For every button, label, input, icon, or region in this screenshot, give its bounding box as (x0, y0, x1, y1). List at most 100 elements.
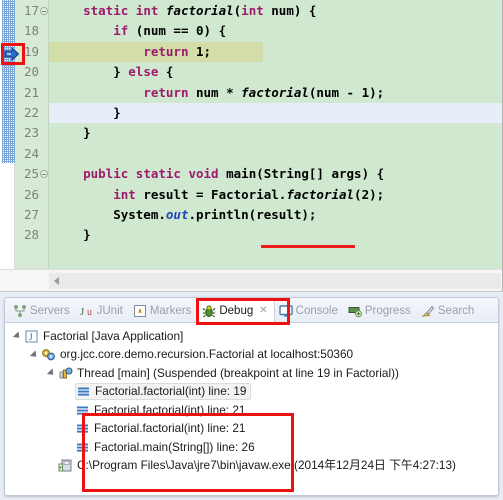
tab-progress[interactable]: Progress (344, 300, 417, 322)
code-line[interactable]: } (49, 225, 502, 245)
tab-label: Progress (364, 305, 411, 317)
tree-row[interactable]: Factorial.factorial(int) line: 21 (5, 401, 498, 420)
line-number: 22 (23, 104, 39, 120)
tree-row-selected[interactable]: Factorial.factorial(int) line: 19 (75, 383, 252, 401)
tree-row[interactable]: Factorial.factorial(int) line: 21 (5, 420, 498, 439)
tree-expand-twisty-icon[interactable] (12, 331, 23, 341)
tree-row-content[interactable]: J Factorial [Java Application] (24, 329, 183, 344)
tab-label: Console (295, 305, 338, 317)
progress-icon (348, 304, 362, 318)
tree-row-content[interactable]: Factorial.factorial(int) line: 21 (75, 421, 245, 436)
process-icon (58, 458, 73, 473)
svg-text:u: u (87, 307, 92, 318)
svg-text:J: J (29, 332, 33, 342)
view-tab-bar[interactable]: Servers Ju JUnit Markers Debug ✕ Console Progre… (5, 298, 498, 323)
tree-row-label: Factorial.factorial(int) line: 21 (94, 402, 246, 417)
tree-row-label: Factorial [Java Application] (43, 328, 184, 343)
tree-row-label: Factorial.factorial(int) line: 21 (94, 421, 246, 436)
thread-icon (58, 366, 73, 381)
code-line[interactable]: return num * factorial(num - 1); (49, 83, 502, 103)
debug-target-icon (41, 347, 56, 362)
tree-row-label: org.jcc.core.demo.recursion.Factorial at… (60, 347, 354, 362)
stack-frame-icon (75, 403, 90, 418)
tab-debug[interactable]: Debug ✕ (197, 298, 275, 322)
line-number: 21 (23, 84, 39, 100)
tab-label: Search (437, 305, 475, 317)
tab-label: Debug (219, 304, 254, 317)
code-line[interactable]: } else { (49, 62, 502, 82)
tree-row-label: Thread [main] (Suspended (breakpoint at … (77, 365, 399, 380)
line-number: 23 (23, 125, 39, 141)
tree-row[interactable]: Thread [main] (Suspended (breakpoint at … (5, 364, 498, 383)
line-number: 20 (23, 64, 39, 80)
line-number: 17 (15, 1, 48, 21)
stack-frame-icon (75, 421, 90, 436)
code-line[interactable]: public static void main(String[] args) { (49, 164, 502, 184)
tree-row[interactable]: C:\Program Files\Java\jre7\bin\javaw.exe… (5, 457, 498, 476)
editor-body: 17 18 19 20 21 22 23 24 25 26 27 28 static int fact… (0, 0, 502, 269)
line-number: 26 (23, 186, 39, 202)
code-line[interactable]: System.out.println(result); (49, 205, 502, 225)
scroll-left-arrow-icon[interactable] (54, 276, 59, 285)
tree-expand-twisty-icon[interactable] (46, 368, 57, 378)
scrollbar-track[interactable] (49, 272, 501, 289)
code-line[interactable]: } (49, 102, 502, 124)
search-icon (421, 304, 435, 318)
tree-row-content[interactable]: org.jcc.core.demo.recursion.Factorial at… (41, 347, 353, 362)
line-number: 27 (23, 206, 39, 222)
code-line[interactable]: } (49, 123, 502, 143)
code-line[interactable]: static int factorial(int num) { (49, 1, 502, 21)
debug-current-instruction-arrow-icon[interactable] (4, 46, 20, 62)
annotation-ruler-overview-strip[interactable] (2, 0, 15, 163)
code-text-area[interactable]: static int factorial(int num) { if (num … (48, 0, 502, 269)
debug-launch-tree[interactable]: J Factorial [Java Application] org.jcc.cor… (5, 323, 498, 492)
tree-row-content[interactable]: Factorial.main(String[]) line: 26 (75, 440, 255, 455)
tab-label: Servers (30, 305, 70, 317)
tree-row-content[interactable]: Factorial.factorial(int) line: 21 (75, 403, 245, 418)
tab-junit[interactable]: Ju JUnit (76, 300, 129, 322)
console-icon (278, 304, 293, 318)
markers-icon (133, 304, 147, 318)
tree-expand-twisty-icon[interactable] (29, 350, 40, 360)
debug-bug-icon (202, 304, 216, 318)
tree-row[interactable]: J Factorial [Java Application] (5, 327, 498, 346)
line-number: 24 (23, 145, 39, 161)
stack-frame-icon (76, 384, 91, 399)
line-number: 28 (23, 227, 39, 243)
line-number-ruler: 17 18 19 20 21 22 23 24 25 26 27 28 (15, 0, 48, 269)
tree-row[interactable]: Factorial.factorial(int) line: 19 (5, 383, 498, 402)
red-underline-annotation (261, 245, 355, 248)
java-application-icon: J (24, 329, 39, 344)
code-line[interactable] (49, 144, 502, 164)
tree-row-label: C:\Program Files\Java\jre7\bin\javaw.exe… (77, 458, 456, 473)
tree-row-content[interactable]: Thread [main] (Suspended (breakpoint at … (58, 366, 399, 381)
java-editor-pane[interactable]: 17 18 19 20 21 22 23 24 25 26 27 28 static int fact… (0, 0, 503, 292)
tree-row-label: Factorial.factorial(int) line: 19 (95, 384, 247, 399)
tab-markers[interactable]: Markers (129, 300, 198, 322)
stack-frame-icon (75, 440, 90, 455)
tab-label: JUnit (96, 305, 123, 317)
tab-servers[interactable]: Servers (9, 300, 76, 322)
tree-row[interactable]: Factorial.main(String[]) line: 26 (5, 438, 498, 457)
annotation-ruler[interactable] (0, 0, 15, 269)
code-line[interactable]: if (num == 0) { (49, 21, 502, 41)
tree-row-content[interactable]: C:\Program Files\Java\jre7\bin\javaw.exe… (58, 458, 456, 473)
tree-row[interactable]: org.jcc.core.demo.recursion.Factorial at… (5, 346, 498, 365)
svg-text:J: J (80, 306, 85, 318)
code-line[interactable]: int result = Factorial.factorial(2); (49, 185, 502, 205)
scrollbar-gutter-spacer (0, 270, 49, 291)
code-folding-collapse-icon[interactable] (40, 7, 48, 15)
code-folding-collapse-icon[interactable] (40, 170, 48, 179)
junit-icon: Ju (80, 304, 94, 318)
editor-horizontal-scrollbar[interactable] (0, 269, 502, 291)
tab-console[interactable]: Console (275, 300, 344, 322)
line-number: 25 (15, 164, 48, 184)
tree-row-label: Factorial.main(String[]) line: 26 (94, 439, 255, 454)
debug-view-panel[interactable]: Servers Ju JUnit Markers Debug ✕ Console Progre… (4, 297, 499, 496)
tab-label: Markers (149, 305, 192, 317)
tab-close-icon[interactable]: ✕ (259, 305, 267, 316)
servers-icon (13, 304, 27, 318)
line-number: 18 (23, 23, 39, 39)
tab-search[interactable]: Search (417, 300, 480, 322)
code-line[interactable]: return 1; (49, 41, 263, 63)
